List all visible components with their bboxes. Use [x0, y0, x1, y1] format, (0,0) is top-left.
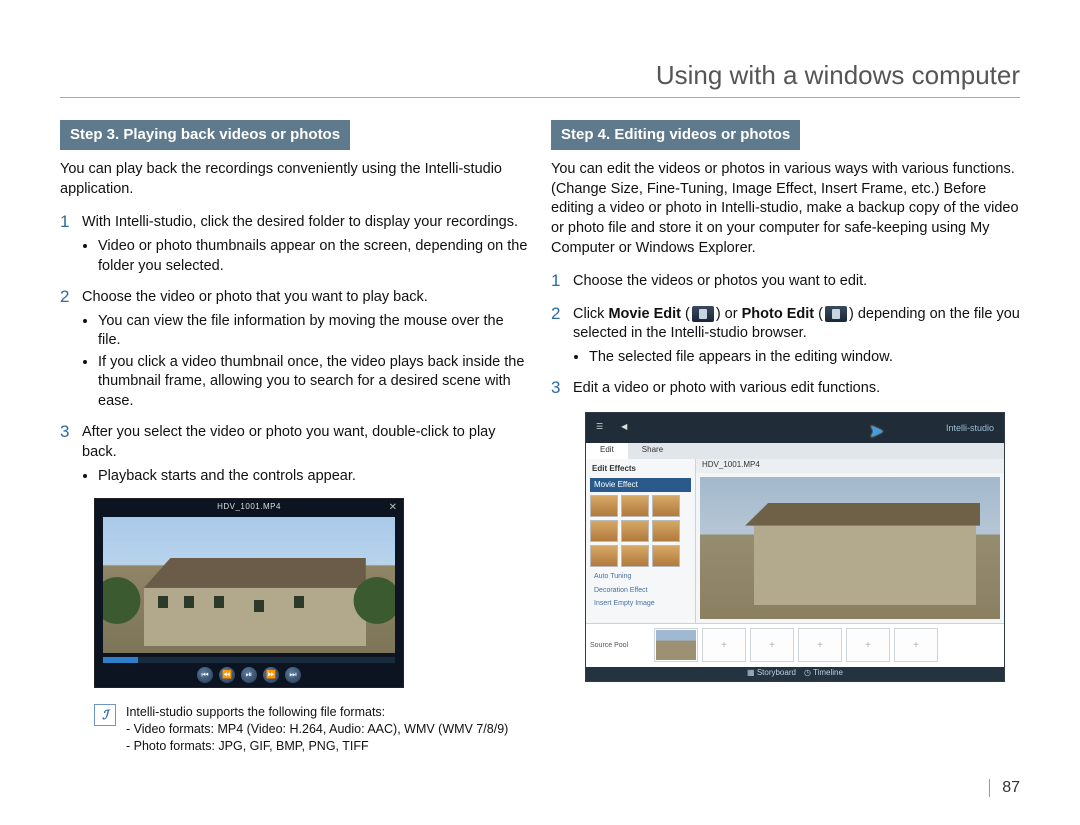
effect-thumb: [621, 495, 649, 517]
list-bullet: If you click a video thumbnail once, the…: [98, 353, 529, 412]
app-logo: Intelli-studio: [946, 422, 994, 434]
list-bullet: The selected file appears in the editing…: [589, 348, 1020, 368]
list-bullet: You can view the file information by mov…: [98, 312, 529, 351]
sidebar-section: Movie Effect: [590, 478, 691, 493]
list-text: Click Movie Edit () or Photo Edit () dep…: [573, 305, 1020, 344]
step3-header: Step 3. Playing back videos or photos: [60, 120, 350, 150]
sidebar-link: Insert Empty Image: [590, 597, 691, 610]
sidebar-title: Edit Effects: [590, 463, 691, 476]
movie-edit-icon: [692, 306, 714, 322]
play-pause-icon: ⏯: [241, 667, 257, 683]
list-number: 3: [551, 379, 565, 402]
timeline-slot: +: [750, 628, 794, 662]
note-line: - Video formats: MP4 (Video: H.264, Audi…: [126, 721, 508, 738]
list-number: 1: [60, 213, 74, 278]
list-number: 2: [551, 305, 565, 370]
step4-intro: You can edit the videos or photos in var…: [551, 160, 1020, 258]
editor-preview: [700, 477, 1000, 619]
tab-share: Share: [628, 443, 677, 459]
column-left: Step 3. Playing back videos or photos Yo…: [60, 120, 529, 755]
view-timeline: ◷ Timeline: [804, 668, 843, 679]
timeline-track: Source Pool + + + + +: [586, 623, 1004, 667]
column-right: Step 4. Editing videos or photos You can…: [551, 120, 1020, 755]
list-text: With Intelli-studio, click the desired f…: [82, 213, 529, 233]
list-text: After you select the video or photo you …: [82, 423, 529, 462]
effect-thumb: [652, 495, 680, 517]
video-player-screenshot: HDV_1001.MP4 ✕ ⏮: [94, 498, 404, 688]
timeline-clip: [654, 628, 698, 662]
next-icon: ⏭: [285, 667, 301, 683]
sidebar-link: Decoration Effect: [590, 584, 691, 597]
list-text: Edit a video or photo with various edit …: [573, 379, 1020, 399]
effect-thumb: [590, 495, 618, 517]
page-title: Using with a windows computer: [60, 60, 1020, 98]
tab-edit: Edit: [586, 443, 628, 459]
effect-thumb: [621, 520, 649, 542]
rewind-icon: ⏪: [219, 667, 235, 683]
back-icon: ◀: [621, 422, 627, 433]
close-icon: ✕: [389, 501, 397, 515]
prev-icon: ⏮: [197, 667, 213, 683]
editor-filename: HDV_1001.MP4: [696, 459, 1004, 473]
timeline-slot: +: [846, 628, 890, 662]
player-filename: HDV_1001.MP4: [95, 499, 403, 516]
photo-edit-icon: [825, 306, 847, 322]
list-bullet: Playback starts and the controls appear.: [98, 467, 529, 487]
timeline-slot: +: [702, 628, 746, 662]
effects-sidebar: Edit Effects Movie Effect: [586, 459, 696, 635]
effect-thumb: [652, 545, 680, 567]
step4-header: Step 4. Editing videos or photos: [551, 120, 800, 150]
sidebar-link: Auto Tuning: [590, 570, 691, 583]
list-text: Choose the videos or photos you want to …: [573, 272, 1020, 292]
step3-intro: You can play back the recordings conveni…: [60, 160, 529, 199]
effect-thumb: [590, 545, 618, 567]
list-number: 2: [60, 288, 74, 413]
view-storyboard: ▦ Storyboard: [747, 668, 796, 679]
menu-icon: ☰: [596, 422, 603, 433]
player-progress: [103, 657, 395, 663]
info-icon: ℐ: [94, 704, 116, 726]
forward-icon: ⏩: [263, 667, 279, 683]
list-text: Choose the video or photo that you want …: [82, 288, 529, 308]
list-bullet: Video or photo thumbnails appear on the …: [98, 237, 529, 276]
editor-screenshot: ☰ ◀ Intelli-studio Edit Share ➤ Edit Eff…: [585, 412, 1005, 682]
effect-thumb: [621, 545, 649, 567]
note-line: Intelli-studio supports the following fi…: [126, 704, 508, 721]
effect-thumb: [652, 520, 680, 542]
info-note: ℐ Intelli-studio supports the following …: [94, 704, 529, 755]
player-preview: [103, 517, 395, 653]
effect-thumb: [590, 520, 618, 542]
timeline-slot: +: [894, 628, 938, 662]
track-label: Source Pool: [590, 642, 650, 650]
page-number: 87: [989, 779, 1020, 797]
timeline-slot: +: [798, 628, 842, 662]
cursor-icon: ➤: [869, 419, 884, 443]
list-number: 1: [551, 272, 565, 295]
list-number: 3: [60, 423, 74, 488]
note-line: - Photo formats: JPG, GIF, BMP, PNG, TIF…: [126, 738, 508, 755]
